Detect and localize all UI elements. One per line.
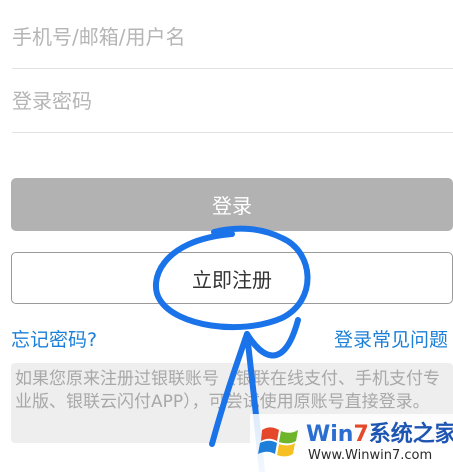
password-input[interactable] <box>12 70 453 132</box>
notice-text: 如果您原来注册过银联账号（银联在线支付、手机支付专业版、银联云闪付APP），可尝… <box>15 369 440 412</box>
watermark-url: Www.Winwin7.com <box>308 448 433 463</box>
username-field[interactable] <box>12 6 453 69</box>
forgot-password-link[interactable]: 忘记密码? <box>11 325 97 352</box>
login-faq-link[interactable]: 登录常见问题 <box>334 325 448 352</box>
username-input[interactable] <box>12 6 453 68</box>
login-button[interactable]: 登录 <box>11 178 453 231</box>
password-field[interactable] <box>12 70 453 133</box>
watermark-title: Win7系统之家 <box>306 422 453 447</box>
site-watermark: Win7系统之家 Www.Winwin7.com <box>250 414 453 472</box>
register-button[interactable]: 立即注册 <box>11 252 453 304</box>
windows-logo-icon <box>258 427 298 457</box>
